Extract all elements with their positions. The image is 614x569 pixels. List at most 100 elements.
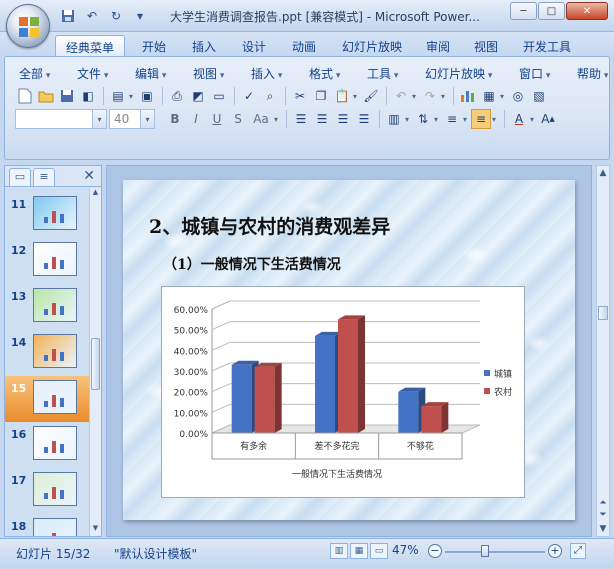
menu-help[interactable]: 帮助 xyxy=(577,65,613,82)
scroll-thumb[interactable] xyxy=(598,306,608,320)
slide-thumbnail[interactable] xyxy=(33,242,77,276)
menu-window[interactable]: 窗口 xyxy=(519,65,550,82)
preview-icon[interactable]: ◩ xyxy=(188,86,208,106)
thumbnail-scrollbar[interactable]: ▲ ▼ xyxy=(89,188,101,536)
outline-tab-icon[interactable]: ≡ xyxy=(33,168,55,186)
slide-canvas[interactable]: 2、城镇与农村的消费观差异 （1）一般情况下生活费情况 0.00% 10.00% 2… xyxy=(123,180,575,520)
numbering-icon[interactable]: ≡ xyxy=(442,109,462,129)
menu-view[interactable]: 视图 xyxy=(193,65,224,82)
align-left-icon[interactable]: ☰ xyxy=(291,109,311,129)
office-button[interactable] xyxy=(6,4,50,48)
normal-view-icon[interactable]: ▭ xyxy=(209,86,229,106)
bold-button[interactable]: B xyxy=(165,109,185,129)
save-icon[interactable] xyxy=(58,7,78,25)
zoom-out-icon[interactable]: − xyxy=(428,544,442,558)
copy-icon[interactable]: ❐ xyxy=(311,86,331,106)
normal-view-icon[interactable]: ▥ xyxy=(330,543,348,559)
slide-thumbnail-row[interactable]: 12 xyxy=(5,238,89,284)
undo-icon[interactable]: ↶ xyxy=(391,86,411,106)
editor-scrollbar[interactable]: ▲ ⏶ ⏷ ▼ xyxy=(596,165,610,537)
menu-insert[interactable]: 插入 xyxy=(251,65,282,82)
slides-tab-icon[interactable]: ▭ xyxy=(9,168,31,186)
slide-thumbnail-row[interactable]: 13 xyxy=(5,284,89,330)
scroll-up-icon[interactable]: ▲ xyxy=(597,168,609,178)
menu-edit[interactable]: 编辑 xyxy=(135,65,166,82)
tab-developer[interactable]: 开发工具 xyxy=(514,35,580,56)
insert-chart-icon[interactable] xyxy=(458,86,478,106)
slide-thumbnail-row[interactable]: 16 xyxy=(5,422,89,468)
scroll-down-icon[interactable]: ▼ xyxy=(90,524,101,536)
tab-animation[interactable]: 动画 xyxy=(282,35,326,56)
prev-slide-icon[interactable]: ⏶ xyxy=(597,498,609,508)
slide-thumbnail-row[interactable]: 17 xyxy=(5,468,89,514)
underline-button[interactable]: U xyxy=(207,109,227,129)
slide-subtitle[interactable]: （1）一般情况下生活费情况 xyxy=(163,254,341,274)
slide-title[interactable]: 2、城镇与农村的消费观差异 xyxy=(149,212,390,239)
slideshow-icon[interactable]: ▭ xyxy=(370,543,388,559)
align-center-icon[interactable]: ☰ xyxy=(312,109,332,129)
redo-icon[interactable]: ↷ xyxy=(420,86,440,106)
menu-tools[interactable]: 工具 xyxy=(367,65,398,82)
next-slide-icon[interactable]: ⏷ xyxy=(597,510,609,520)
tab-view[interactable]: 视图 xyxy=(466,35,506,56)
change-case-button[interactable]: Aa xyxy=(249,109,273,129)
slide-thumbnail-row[interactable]: 11 xyxy=(5,192,89,238)
slide-thumbnail[interactable] xyxy=(33,518,77,536)
tab-insert[interactable]: 插入 xyxy=(182,35,226,56)
permission-icon[interactable]: ◧ xyxy=(78,86,98,106)
cut-icon[interactable]: ✂ xyxy=(290,86,310,106)
maximize-button[interactable]: □ xyxy=(538,2,565,20)
zoom-level[interactable]: 47% xyxy=(392,543,419,557)
font-name-combo[interactable]: ▾ xyxy=(15,109,107,129)
tab-slideshow[interactable]: 幻灯片放映 xyxy=(334,35,410,56)
justify-icon[interactable]: ☰ xyxy=(354,109,374,129)
zoom-slider-handle[interactable] xyxy=(481,545,489,557)
align-right-icon[interactable]: ☰ xyxy=(333,109,353,129)
zoom-in-icon[interactable]: + xyxy=(548,544,562,558)
chart[interactable]: 0.00% 10.00% 20.00% 30.00% 40.00% 50.00% 60.00… xyxy=(161,286,525,498)
menu-slideshow[interactable]: 幻灯片放映 xyxy=(425,65,492,82)
publish-icon[interactable]: ▣ xyxy=(137,86,157,106)
grow-font-icon[interactable]: A ▲ xyxy=(538,109,558,129)
print-preview-icon[interactable]: ▤ xyxy=(108,86,128,106)
customize-qat-icon[interactable]: ▾ xyxy=(130,7,150,25)
research-icon[interactable]: ⌕ xyxy=(260,86,280,106)
shadow-button[interactable]: S xyxy=(228,109,248,129)
redo-icon[interactable]: ↻ xyxy=(106,7,126,25)
clipart-icon[interactable]: ◎ xyxy=(508,86,528,106)
save-icon[interactable] xyxy=(57,86,77,106)
scroll-down-icon[interactable]: ▼ xyxy=(597,524,609,534)
slide-thumbnail-row[interactable]: 18 xyxy=(5,514,89,536)
bullets-icon[interactable]: ≡ xyxy=(471,109,491,129)
spelling-icon[interactable]: ✓ xyxy=(239,86,259,106)
slide-thumbnail[interactable] xyxy=(33,288,77,322)
slide-thumbnail[interactable] xyxy=(33,426,77,460)
italic-button[interactable]: I xyxy=(186,109,206,129)
close-icon[interactable]: ✕ xyxy=(83,168,95,184)
scroll-up-icon[interactable]: ▲ xyxy=(90,188,101,200)
scroll-thumb[interactable] xyxy=(91,338,100,390)
slide-thumbnail[interactable] xyxy=(33,334,77,368)
undo-icon[interactable]: ↶ xyxy=(82,7,102,25)
new-icon[interactable] xyxy=(15,86,35,106)
open-icon[interactable] xyxy=(36,86,56,106)
close-button[interactable]: ✕ xyxy=(566,2,608,20)
insert-picture-icon[interactable]: ▧ xyxy=(529,86,549,106)
slide-thumbnail[interactable] xyxy=(33,380,77,414)
slide-thumbnail-row[interactable]: 14 xyxy=(5,330,89,376)
menu-file[interactable]: 文件 xyxy=(77,65,108,82)
font-size-combo[interactable]: 40 ▾ xyxy=(109,109,155,129)
slide-thumbnail-row[interactable]: 15 xyxy=(5,376,89,422)
text-direction-icon[interactable]: ⇅ xyxy=(413,109,433,129)
insert-table-icon[interactable]: ▦ xyxy=(479,86,499,106)
zoom-slider[interactable] xyxy=(445,551,545,553)
fit-to-window-icon[interactable]: ⤢ xyxy=(570,543,586,559)
font-color-icon[interactable]: A xyxy=(509,109,529,129)
tab-classic-menu[interactable]: 经典菜单 xyxy=(55,35,125,56)
menu-format[interactable]: 格式 xyxy=(309,65,340,82)
paste-icon[interactable]: 📋 xyxy=(332,86,352,106)
minimize-button[interactable]: ─ xyxy=(510,2,537,20)
format-painter-icon[interactable]: 🖌 xyxy=(361,86,381,106)
print-icon[interactable]: ⎙ xyxy=(167,86,187,106)
columns-icon[interactable]: ▥ xyxy=(384,109,404,129)
